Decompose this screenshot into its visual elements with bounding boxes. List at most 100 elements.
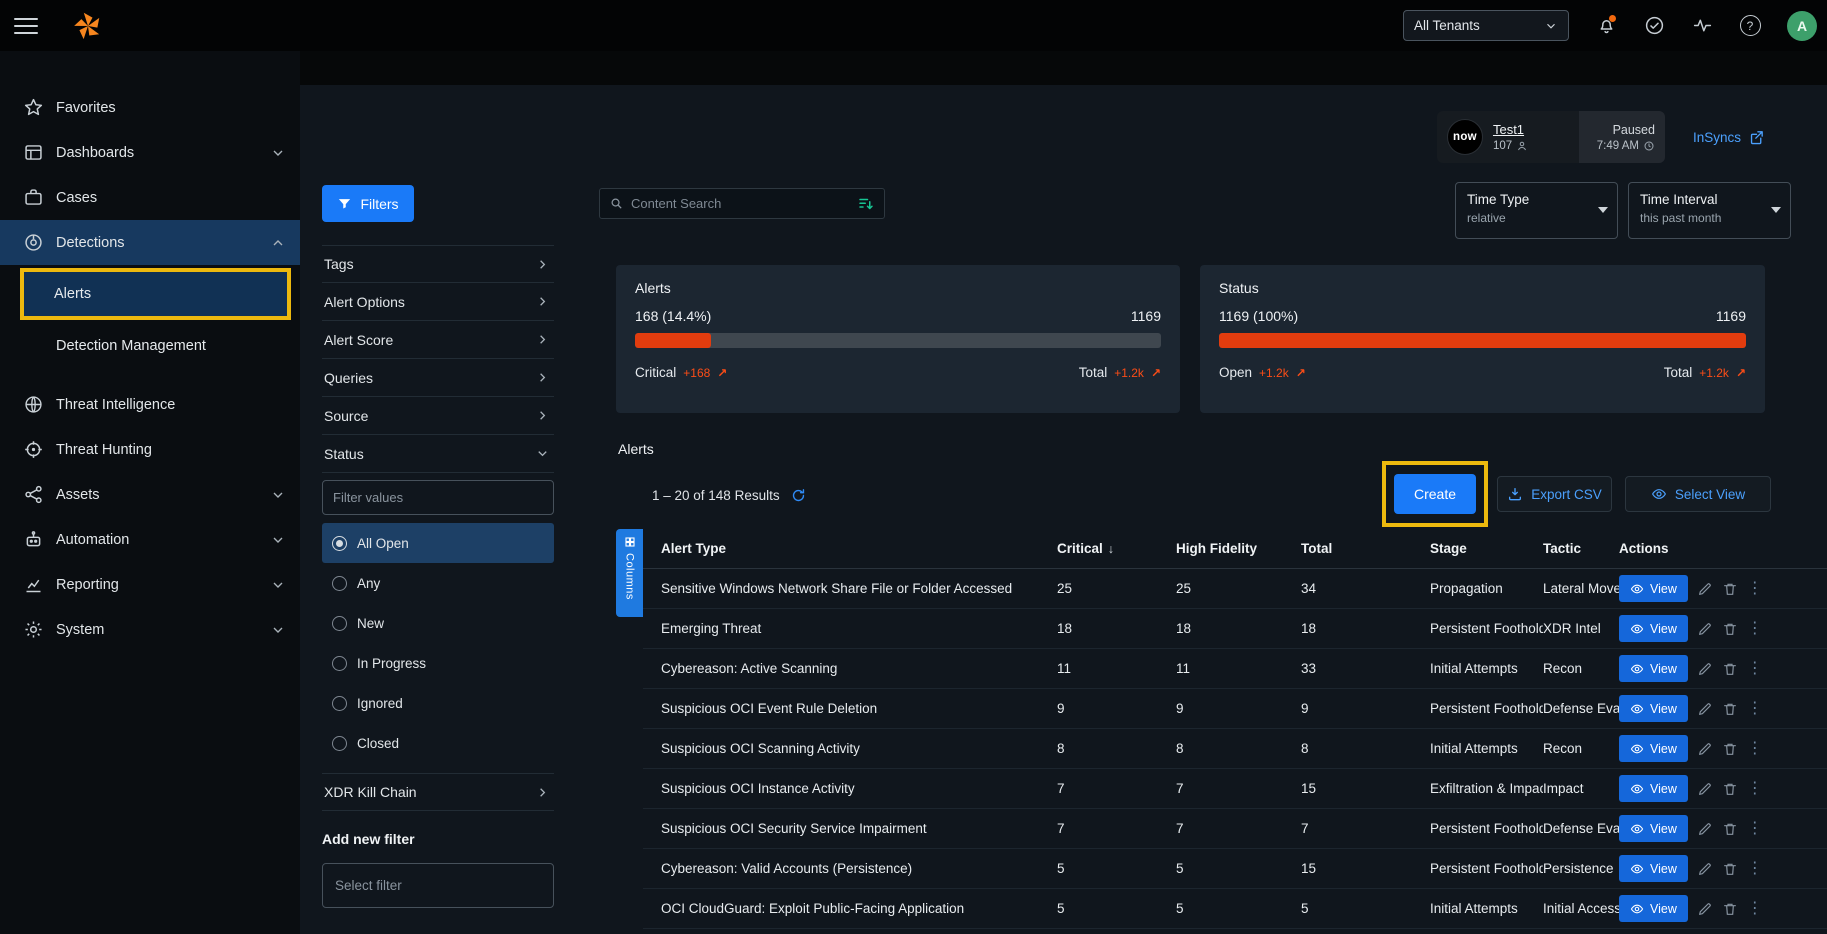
external-link-icon [1748, 129, 1765, 146]
header-alert-type[interactable]: Alert Type [661, 541, 1057, 556]
delete-trash-icon[interactable] [1722, 701, 1738, 717]
delete-trash-icon[interactable] [1722, 821, 1738, 837]
sidebar-item-alerts[interactable]: Alerts [24, 272, 287, 316]
table-row[interactable]: Cybereason: Valid Accounts (Persistence)… [643, 849, 1827, 889]
kebab-menu-icon[interactable] [1747, 661, 1763, 677]
table-row[interactable]: Cybereason: Active Scanning 11 11 33 Ini… [643, 649, 1827, 689]
view-button[interactable]: View [1619, 695, 1688, 722]
view-button[interactable]: View [1619, 655, 1688, 682]
edit-pencil-icon[interactable] [1697, 621, 1713, 637]
view-button[interactable]: View [1619, 855, 1688, 882]
sidebar-item-automation[interactable]: Automation [0, 517, 300, 562]
sensor-name-link[interactable]: Test1 [1493, 122, 1528, 137]
sidebar-item-reporting[interactable]: Reporting [0, 562, 300, 607]
table-row[interactable]: OCI CloudGuard: Exploit Public-Facing Ap… [643, 889, 1827, 929]
header-tactic[interactable]: Tactic [1543, 541, 1619, 556]
header-total[interactable]: Total [1301, 541, 1430, 556]
table-row[interactable]: Suspicious OCI Security Service Impairme… [643, 809, 1827, 849]
help-icon[interactable] [1739, 15, 1761, 37]
insyncs-link[interactable]: InSyncs [1693, 129, 1765, 146]
delete-trash-icon[interactable] [1722, 781, 1738, 797]
notifications-bell-icon[interactable] [1595, 15, 1617, 37]
user-avatar[interactable]: A [1787, 11, 1817, 41]
kebab-menu-icon[interactable] [1747, 821, 1763, 837]
sensor-status-widget[interactable]: now Test1 107 Paused 7:49 AM [1437, 111, 1665, 163]
filter-group-source[interactable]: Source [322, 397, 554, 435]
filters-button[interactable]: Filters [322, 185, 414, 222]
sidebar-item-assets[interactable]: Assets [0, 472, 300, 517]
filter-group-status[interactable]: Status [322, 435, 554, 473]
export-csv-button[interactable]: Export CSV [1497, 476, 1612, 512]
tenant-selector[interactable]: All Tenants [1403, 10, 1569, 41]
header-stage[interactable]: Stage [1430, 541, 1543, 556]
edit-pencil-icon[interactable] [1697, 741, 1713, 757]
edit-pencil-icon[interactable] [1697, 781, 1713, 797]
edit-pencil-icon[interactable] [1697, 701, 1713, 717]
filter-values-input[interactable] [322, 480, 554, 515]
status-option-closed[interactable]: Closed [322, 723, 554, 763]
check-circle-icon[interactable] [1643, 15, 1665, 37]
time-interval-dropdown[interactable]: Time Interval this past month [1628, 182, 1791, 239]
edit-pencil-icon[interactable] [1697, 901, 1713, 917]
total-cell: 8 [1301, 741, 1430, 756]
view-button[interactable]: View [1619, 575, 1688, 602]
status-option-all-open[interactable]: All Open [322, 523, 554, 563]
filter-group-queries[interactable]: Queries [322, 359, 554, 397]
filter-group-alert-score[interactable]: Alert Score [322, 321, 554, 359]
kebab-menu-icon[interactable] [1747, 741, 1763, 757]
kebab-menu-icon[interactable] [1747, 901, 1763, 917]
table-row[interactable]: Emerging Threat 18 18 18 Persistent Foot… [643, 609, 1827, 649]
header-high-fidelity[interactable]: High Fidelity [1176, 541, 1301, 556]
view-button[interactable]: View [1619, 775, 1688, 802]
table-row[interactable]: Sensitive Windows Network Share File or … [643, 569, 1827, 609]
header-critical[interactable]: Critical [1057, 541, 1176, 556]
sidebar-item-cases[interactable]: Cases [0, 175, 300, 220]
table-row[interactable]: Suspicious OCI Scanning Activity 8 8 8 I… [643, 729, 1827, 769]
sidebar-item-system[interactable]: System [0, 607, 300, 652]
view-button[interactable]: View [1619, 815, 1688, 842]
kebab-menu-icon[interactable] [1747, 781, 1763, 797]
sidebar-item-dashboards[interactable]: Dashboards [0, 130, 300, 175]
time-type-dropdown[interactable]: Time Type relative [1455, 182, 1618, 239]
filter-group-tags[interactable]: Tags [322, 245, 554, 283]
refresh-icon[interactable] [790, 487, 807, 504]
view-button[interactable]: View [1619, 895, 1688, 922]
sidebar-item-threat-intelligence[interactable]: Threat Intelligence [0, 382, 300, 427]
filter-group-xdr-kill-chain[interactable]: XDR Kill Chain [322, 773, 554, 811]
sidebar-item-favorites[interactable]: Favorites [0, 85, 300, 130]
filter-group-alert-options[interactable]: Alert Options [322, 283, 554, 321]
sidebar-item-detections[interactable]: Detections [0, 220, 300, 265]
hamburger-menu-icon[interactable] [14, 13, 38, 39]
table-row[interactable]: Suspicious OCI Instance Activity 7 7 15 … [643, 769, 1827, 809]
delete-trash-icon[interactable] [1722, 861, 1738, 877]
table-row[interactable]: Suspicious OCI Event Rule Deletion 9 9 9… [643, 689, 1827, 729]
edit-pencil-icon[interactable] [1697, 581, 1713, 597]
view-button[interactable]: View [1619, 735, 1688, 762]
edit-pencil-icon[interactable] [1697, 661, 1713, 677]
kebab-menu-icon[interactable] [1747, 621, 1763, 637]
activity-pulse-icon[interactable] [1691, 15, 1713, 37]
select-view-button[interactable]: Select View [1625, 476, 1771, 512]
columns-button[interactable]: Columns [616, 529, 643, 617]
delete-trash-icon[interactable] [1722, 741, 1738, 757]
sidebar-item-threat-hunting[interactable]: Threat Hunting [0, 427, 300, 472]
delete-trash-icon[interactable] [1722, 621, 1738, 637]
delete-trash-icon[interactable] [1722, 581, 1738, 597]
delete-trash-icon[interactable] [1722, 661, 1738, 677]
kebab-menu-icon[interactable] [1747, 701, 1763, 717]
kebab-menu-icon[interactable] [1747, 861, 1763, 877]
status-option-new[interactable]: New [322, 603, 554, 643]
status-option-ignored[interactable]: Ignored [322, 683, 554, 723]
select-filter-dropdown[interactable]: Select filter [322, 863, 554, 908]
sidebar-item-detection-management[interactable]: Detection Management [0, 323, 300, 368]
create-button[interactable]: Create [1394, 474, 1476, 514]
view-button[interactable]: View [1619, 615, 1688, 642]
content-search-input[interactable] [631, 196, 850, 211]
edit-pencil-icon[interactable] [1697, 861, 1713, 877]
status-option-in-progress[interactable]: In Progress [322, 643, 554, 683]
kebab-menu-icon[interactable] [1747, 581, 1763, 597]
query-builder-icon[interactable] [857, 195, 875, 213]
delete-trash-icon[interactable] [1722, 901, 1738, 917]
edit-pencil-icon[interactable] [1697, 821, 1713, 837]
status-option-any[interactable]: Any [322, 563, 554, 603]
